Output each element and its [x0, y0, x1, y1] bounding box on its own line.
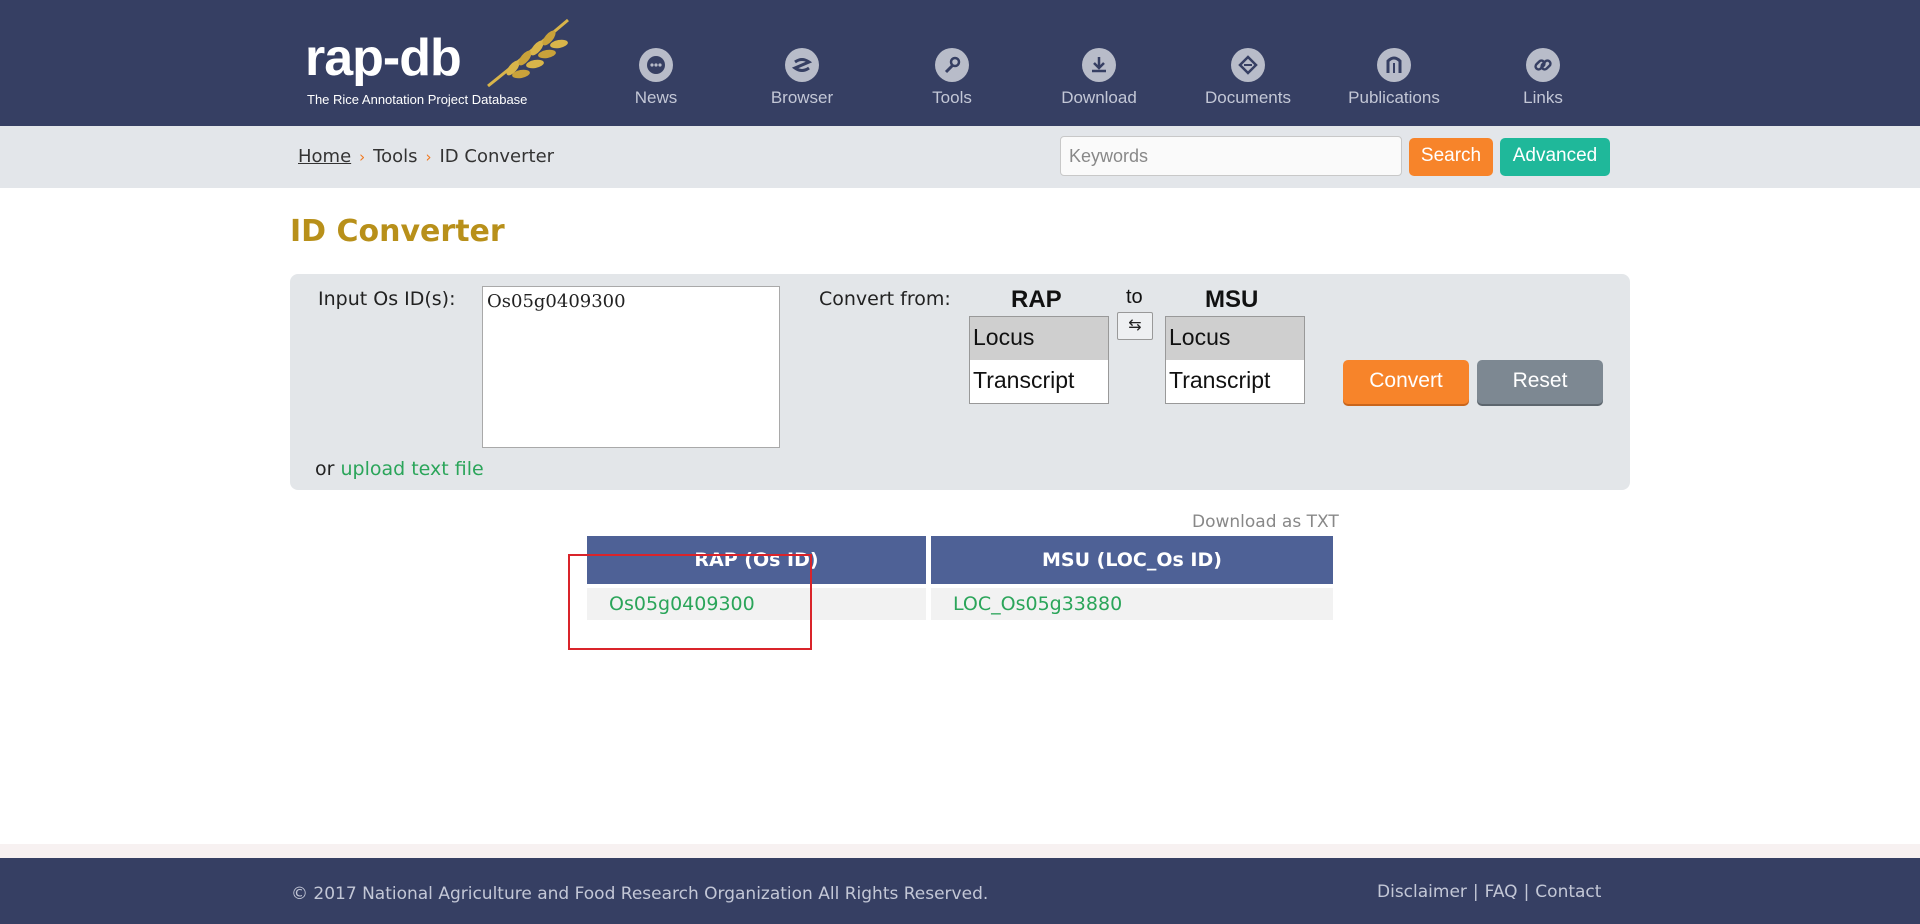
nav-news[interactable]: News: [596, 48, 716, 108]
nav-documents[interactable]: Documents: [1188, 48, 1308, 108]
convert-from-label: Convert from:: [819, 288, 951, 310]
browser-icon: [785, 48, 819, 82]
nav-download[interactable]: Download: [1039, 48, 1159, 108]
reset-button[interactable]: Reset: [1477, 360, 1603, 404]
logo-text: rap-db: [305, 29, 462, 87]
footer-divider: [0, 844, 1920, 858]
main-content: ID Converter Input Os ID(s): Os05g040930…: [0, 188, 1920, 844]
from-option-transcript[interactable]: Transcript: [970, 360, 1108, 403]
nav-browser-label: Browser: [770, 88, 834, 107]
msu-id-link[interactable]: LOC_Os05g33880: [953, 593, 1122, 615]
input-ids-label: Input Os ID(s):: [318, 288, 456, 310]
from-db-label: RAP: [1011, 286, 1062, 313]
advanced-search-button[interactable]: Advanced: [1500, 138, 1610, 176]
nav-documents-label: Documents: [1205, 88, 1291, 107]
download-txt-link[interactable]: Download as TXT: [1192, 512, 1339, 532]
footer-link-contact[interactable]: Contact: [1535, 882, 1601, 902]
breadcrumb-current: ID Converter: [439, 146, 555, 167]
table-cell-msu: LOC_Os05g33880: [931, 588, 1333, 620]
breadcrumb-bar: Home › Tools › ID Converter Search Advanced: [0, 126, 1920, 188]
logo-subtitle: The Rice Annotation Project Database: [307, 92, 528, 107]
search-input[interactable]: [1060, 136, 1402, 176]
wheat-icon: [487, 18, 569, 88]
to-db-label: MSU: [1205, 286, 1259, 313]
converter-form: Input Os ID(s): Os05g0409300 or upload t…: [290, 274, 1630, 490]
nav-news-label: News: [634, 88, 678, 107]
breadcrumb-chevron-icon: ›: [359, 148, 366, 166]
upload-line: or upload text file: [315, 458, 484, 480]
footer-separator: |: [1472, 882, 1479, 902]
convert-button[interactable]: Convert: [1343, 360, 1469, 404]
copyright-text: © 2017 National Agriculture and Food Res…: [291, 884, 989, 904]
to-option-transcript[interactable]: Transcript: [1166, 360, 1304, 403]
wrench-icon: [935, 48, 969, 82]
publications-icon: [1377, 48, 1411, 82]
breadcrumb-chevron-icon: ›: [425, 148, 432, 166]
nav-tools-label: Tools: [932, 88, 972, 107]
breadcrumb-tools: Tools: [373, 146, 418, 167]
footer-link-disclaimer[interactable]: Disclaimer: [1377, 882, 1467, 902]
to-type-select[interactable]: Locus Transcript: [1165, 316, 1305, 404]
breadcrumb-home[interactable]: Home: [298, 146, 351, 167]
search-button[interactable]: Search: [1409, 138, 1493, 176]
nav-download-label: Download: [1061, 88, 1137, 107]
nav-links-label: Links: [1523, 88, 1563, 107]
nav-tools[interactable]: Tools: [892, 48, 1012, 108]
rap-id-link[interactable]: Os05g0409300: [609, 593, 755, 615]
breadcrumb: Home › Tools › ID Converter: [298, 146, 554, 167]
link-icon: [1526, 48, 1560, 82]
to-label: to: [1126, 286, 1143, 308]
nav-links[interactable]: Links: [1483, 48, 1603, 108]
upload-file-link[interactable]: upload text file: [340, 458, 483, 480]
column-header-rap: RAP (Os ID): [587, 536, 926, 584]
footer-link-faq[interactable]: FAQ: [1485, 882, 1518, 902]
download-icon: [1082, 48, 1116, 82]
column-header-msu: MSU (LOC_Os ID): [931, 536, 1333, 584]
from-type-select[interactable]: Locus Transcript: [969, 316, 1109, 404]
to-option-locus[interactable]: Locus: [1166, 317, 1304, 360]
page-title: ID Converter: [290, 214, 505, 249]
documents-icon: [1231, 48, 1265, 82]
nav-publications[interactable]: Publications: [1334, 48, 1454, 108]
footer-links: Disclaimer | FAQ | Contact: [1377, 882, 1601, 902]
swap-direction-button[interactable]: ⇆: [1117, 312, 1153, 340]
nav-browser[interactable]: Browser: [742, 48, 862, 108]
chat-icon: [639, 48, 673, 82]
table-cell-rap: Os05g0409300: [587, 588, 926, 620]
rapdb-logo[interactable]: rap-db The Rice Annotation Project Datab…: [305, 18, 575, 110]
or-text: or: [315, 458, 335, 480]
nav-publications-label: Publications: [1348, 88, 1440, 107]
site-header: rap-db The Rice Annotation Project Datab…: [0, 0, 1920, 126]
id-input-textarea[interactable]: Os05g0409300: [482, 286, 780, 448]
from-option-locus[interactable]: Locus: [970, 317, 1108, 360]
site-footer: © 2017 National Agriculture and Food Res…: [0, 858, 1920, 924]
footer-separator: |: [1523, 882, 1530, 902]
